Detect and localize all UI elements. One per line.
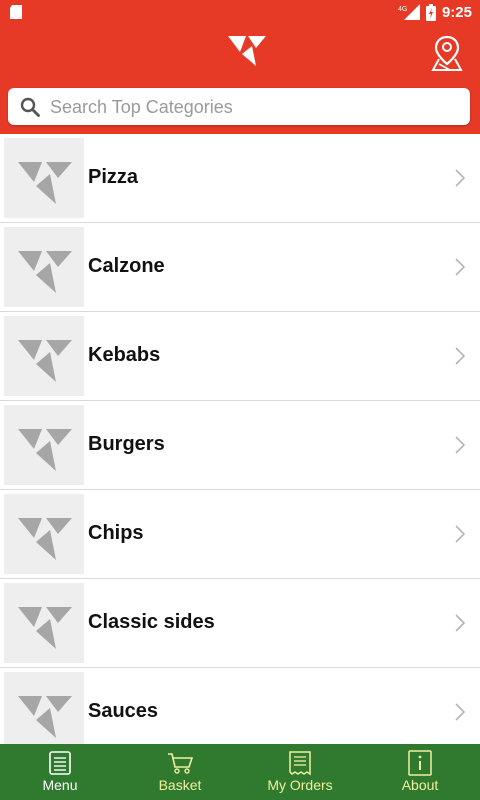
placeholder-logo-icon bbox=[18, 518, 72, 560]
category-label: Calzone bbox=[88, 255, 165, 277]
placeholder-logo-icon bbox=[18, 607, 72, 649]
category-label: Sauces bbox=[88, 700, 159, 722]
placeholder-logo-icon bbox=[18, 696, 72, 738]
category-thumbnail bbox=[4, 316, 84, 396]
category-label: Chips bbox=[88, 522, 144, 544]
category-row-calzone[interactable]: Calzone bbox=[0, 223, 480, 312]
pizza-slices-logo-icon bbox=[228, 36, 266, 66]
nav-about-label: About bbox=[401, 777, 439, 793]
bottom-nav: Menu Basket My Orders About bbox=[0, 744, 480, 800]
search-box[interactable] bbox=[8, 88, 470, 125]
placeholder-logo-icon bbox=[18, 251, 72, 293]
basket-icon bbox=[168, 753, 194, 774]
category-thumbnail bbox=[4, 672, 84, 744]
chevron-right-icon bbox=[455, 347, 466, 365]
nav-my-orders-label: My Orders bbox=[267, 777, 333, 793]
category-row-chips[interactable]: Chips bbox=[0, 490, 480, 579]
status-indicators: 4G 9:25 bbox=[398, 3, 472, 21]
search-icon bbox=[20, 97, 40, 117]
nav-menu[interactable]: Menu bbox=[0, 744, 120, 800]
menu-icon bbox=[49, 751, 71, 775]
category-row-sauces[interactable]: Sauces bbox=[0, 668, 480, 744]
chevron-right-icon bbox=[455, 436, 466, 454]
nav-my-orders[interactable]: My Orders bbox=[240, 744, 360, 800]
category-row-classic-sides[interactable]: Classic sides bbox=[0, 579, 480, 668]
battery-icon bbox=[425, 3, 436, 21]
chevron-right-icon bbox=[455, 258, 466, 276]
category-thumbnail bbox=[4, 405, 84, 485]
placeholder-logo-icon bbox=[18, 429, 72, 471]
svg-text:4G: 4G bbox=[398, 6, 407, 13]
category-thumbnail bbox=[4, 227, 84, 307]
category-thumbnail bbox=[4, 138, 84, 218]
status-bar: 4G 9:25 bbox=[0, 0, 480, 24]
nav-about[interactable]: About bbox=[360, 744, 480, 800]
category-label: Kebabs bbox=[88, 344, 161, 366]
nav-basket-label: Basket bbox=[158, 777, 202, 793]
placeholder-logo-icon bbox=[18, 340, 72, 382]
nav-menu-label: Menu bbox=[42, 777, 78, 793]
search-bar bbox=[0, 84, 480, 134]
chevron-right-icon bbox=[455, 614, 466, 632]
map-pin-icon[interactable] bbox=[430, 34, 464, 72]
category-label: Classic sides bbox=[88, 611, 215, 633]
category-label: Burgers bbox=[88, 433, 165, 455]
placeholder-logo-icon bbox=[18, 162, 72, 204]
category-thumbnail bbox=[4, 583, 84, 663]
category-list: Pizza Calzone Kebabs Burgers Chips Class… bbox=[0, 134, 480, 744]
app-bar bbox=[0, 24, 480, 84]
category-label: Pizza bbox=[88, 166, 139, 188]
signal-icon: 4G bbox=[398, 4, 420, 20]
chevron-right-icon bbox=[455, 169, 466, 187]
category-row-kebabs[interactable]: Kebabs bbox=[0, 312, 480, 401]
orders-icon bbox=[289, 751, 311, 776]
status-time: 9:25 bbox=[441, 3, 472, 21]
category-row-pizza[interactable]: Pizza bbox=[0, 134, 480, 223]
info-icon bbox=[408, 750, 432, 776]
category-thumbnail bbox=[4, 494, 84, 574]
nav-basket[interactable]: Basket bbox=[120, 744, 240, 800]
search-input[interactable] bbox=[48, 92, 462, 122]
chevron-right-icon bbox=[455, 703, 466, 721]
sd-card-icon bbox=[10, 5, 22, 19]
category-row-burgers[interactable]: Burgers bbox=[0, 401, 480, 490]
chevron-right-icon bbox=[455, 525, 466, 543]
